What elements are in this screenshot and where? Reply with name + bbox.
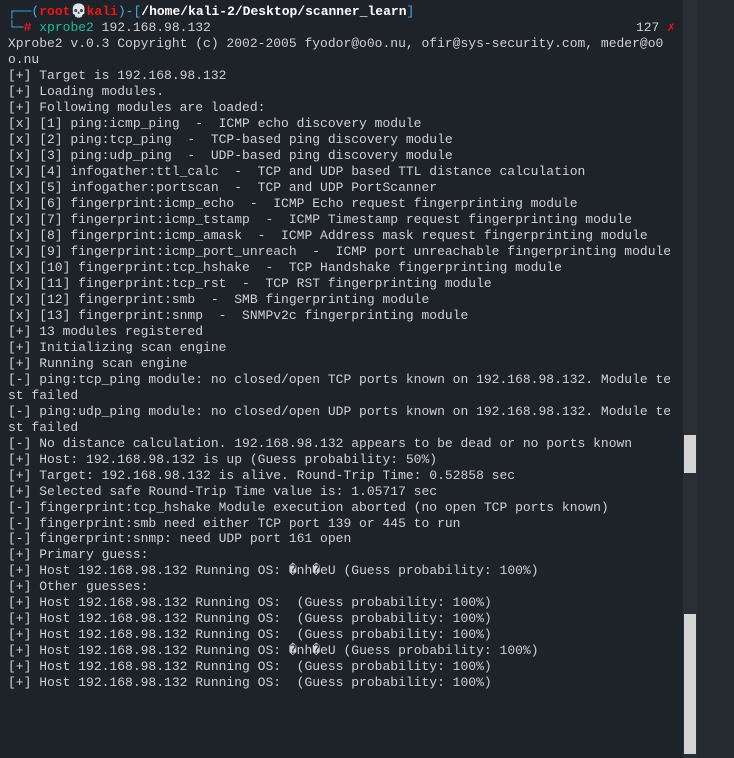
output-line: [x] [8] fingerprint:icmp_amask - ICMP Ad… (8, 228, 675, 244)
output-line: [+] Following modules are loaded: (8, 100, 675, 116)
scrollbar-thumb[interactable] (684, 614, 696, 754)
output-line: [+] Loading modules. (8, 84, 675, 100)
output-line: [x] [11] fingerprint:tcp_rst - TCP RST f… (8, 276, 675, 292)
prompt-host: kali (87, 4, 118, 19)
output-line: [+] Host 192.168.98.132 Running OS: (Gue… (8, 595, 675, 611)
exit-fail-icon: ✗ (667, 20, 675, 35)
prompt-user: root (39, 4, 70, 19)
output-line: [+] Host 192.168.98.132 Running OS: �nh�… (8, 563, 675, 579)
command-name: xprobe2 (39, 20, 94, 35)
output-line: [-] fingerprint:smb need either TCP port… (8, 516, 675, 532)
output-line: [+] Host 192.168.98.132 Running OS: (Gue… (8, 627, 675, 643)
output-line: [+] Host 192.168.98.132 Running OS: (Gue… (8, 659, 675, 675)
output-line: [x] [12] fingerprint:smb - SMB fingerpri… (8, 292, 675, 308)
prompt-decoration: └─ (8, 20, 24, 35)
output-line: [+] Target: 192.168.98.132 is alive. Rou… (8, 468, 675, 484)
output-line: [-] ping:tcp_ping module: no closed/open… (8, 372, 675, 404)
output-line: [x] [10] fingerprint:tcp_hshake - TCP Ha… (8, 260, 675, 276)
output-line: [+] Host 192.168.98.132 Running OS: (Gue… (8, 611, 675, 627)
output-line: [+] Other guesses: (8, 579, 675, 595)
prompt-hash: # (24, 20, 32, 35)
output-line: [x] [1] ping:icmp_ping - ICMP echo disco… (8, 116, 675, 132)
path-close-bracket: ] (407, 4, 415, 19)
output-line: [x] [7] fingerprint:icmp_tstamp - ICMP T… (8, 212, 675, 228)
output-line: [x] [3] ping:udp_ping - UDP-based ping d… (8, 148, 675, 164)
output-line: [x] [4] infogather:ttl_calc - TCP and UD… (8, 164, 675, 180)
output-line: [+] Primary guess: (8, 547, 675, 563)
output-line: [-] No distance calculation. 192.168.98.… (8, 436, 675, 452)
exit-status: 127 ✗ (636, 20, 675, 36)
output-line: [+] Host: 192.168.98.132 is up (Guess pr… (8, 452, 675, 468)
output-line: [+] Running scan engine (8, 356, 675, 372)
prompt-decoration: )- (118, 4, 134, 19)
output-line: [-] ping:udp_ping module: no closed/open… (8, 404, 675, 436)
output-line: [+] Selected safe Round-Trip Time value … (8, 484, 675, 500)
output-line: [+] Initializing scan engine (8, 340, 675, 356)
output-line: [+] Host 192.168.98.132 Running OS: �nh�… (8, 643, 675, 659)
output-line: [x] [5] infogather:portscan - TCP and UD… (8, 180, 675, 196)
exit-code-value: 127 (636, 20, 667, 35)
output-line: [x] [6] fingerprint:icmp_echo - ICMP Ech… (8, 196, 675, 212)
output-line: [x] [13] fingerprint:snmp - SNMPv2c fing… (8, 308, 675, 324)
prompt-cwd: /home/kali-2/Desktop/scanner_learn (141, 4, 406, 19)
output-line: [x] [9] fingerprint:icmp_port_unreach - … (8, 244, 675, 260)
prompt-decoration: ┌──( (8, 4, 39, 19)
terminal-pane[interactable]: ┌──(root💀kali)-[/home/kali-2/Desktop/sca… (0, 0, 683, 758)
prompt-line-2: 127 ✗ └─# xprobe2 192.168.98.132 (8, 20, 675, 36)
scrollbar-thumb[interactable] (684, 435, 696, 473)
output-line: [-] fingerprint:snmp: need UDP port 161 … (8, 531, 675, 547)
command-args: 192.168.98.132 (94, 20, 211, 35)
scrollbar-track[interactable] (683, 0, 697, 758)
right-side-panel (697, 0, 734, 758)
output-copyright: Xprobe2 v.0.3 Copyright (c) 2002-2005 fy… (8, 36, 675, 68)
output-line: [x] [2] ping:tcp_ping - TCP-based ping d… (8, 132, 675, 148)
skull-icon: 💀 (70, 4, 86, 19)
prompt-line-1: ┌──(root💀kali)-[/home/kali-2/Desktop/sca… (8, 4, 675, 20)
output-line: [-] fingerprint:tcp_hshake Module execut… (8, 500, 675, 516)
output-line: [+] Target is 192.168.98.132 (8, 68, 675, 84)
output-line: [+] 13 modules registered (8, 324, 675, 340)
output-line: [+] Host 192.168.98.132 Running OS: (Gue… (8, 675, 675, 691)
